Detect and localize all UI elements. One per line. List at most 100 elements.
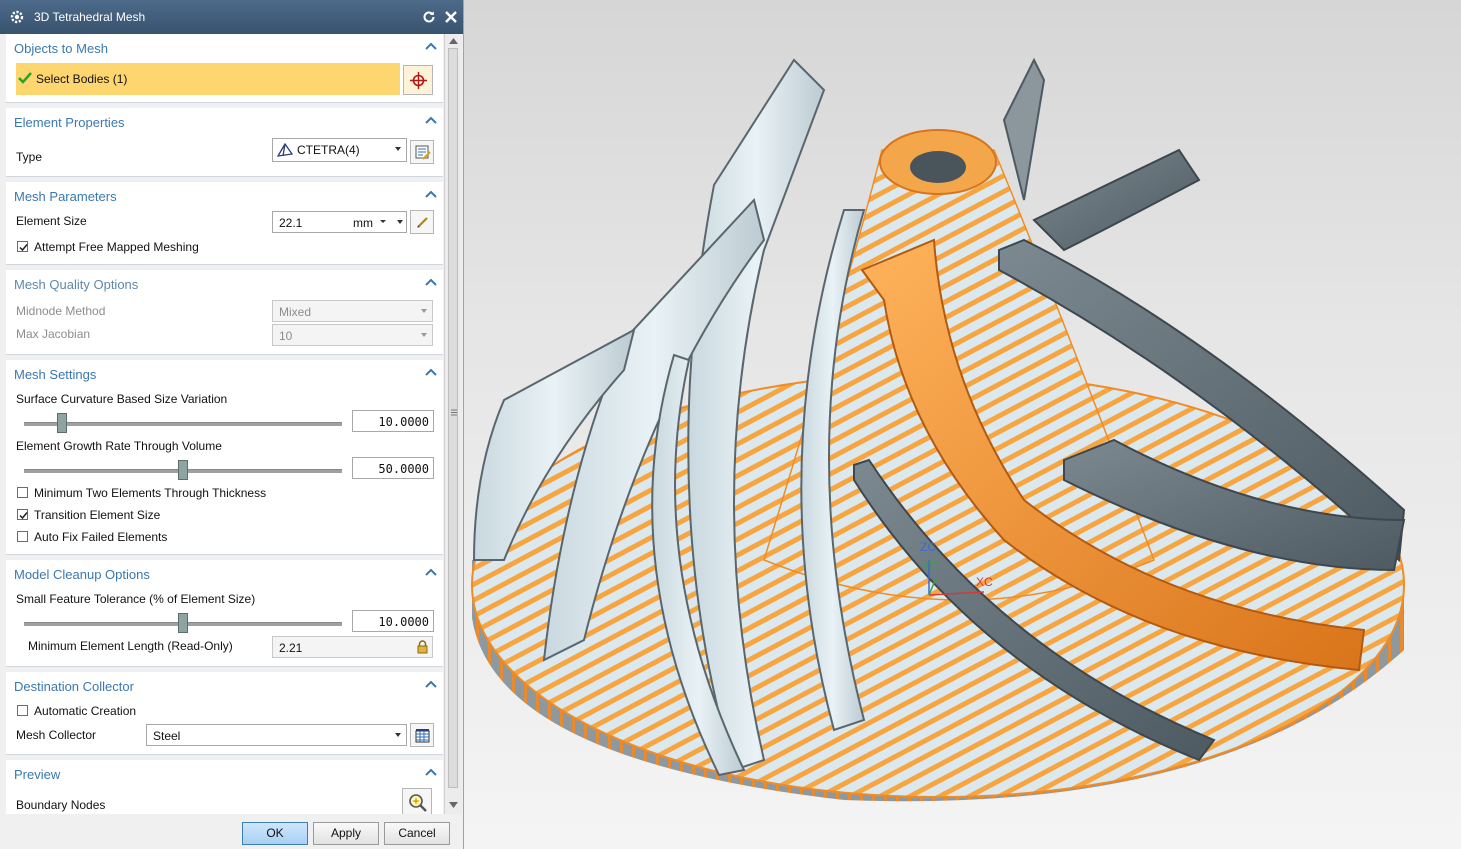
growth-slider-thumb[interactable]: [178, 460, 188, 480]
impeller-model[interactable]: ZC YC XC: [464, 0, 1461, 849]
blade: [1032, 148, 1201, 252]
blade: [1002, 57, 1046, 201]
element-properties-group: Element Properties Type CTETRA(4): [6, 108, 443, 177]
reset-icon[interactable]: [421, 9, 437, 25]
apply-button[interactable]: Apply: [313, 822, 379, 845]
checkmark-icon: [18, 72, 32, 84]
small-feature-input[interactable]: 10.0000: [352, 610, 434, 632]
crosshair-icon: [410, 72, 427, 89]
chevron-up-icon[interactable]: [425, 42, 437, 50]
triad-x-label: XC: [976, 575, 993, 589]
mesh-quality-group: Mesh Quality Options Midnode Method Mixe…: [6, 270, 443, 355]
max-jacobian-dropdown[interactable]: 10: [272, 324, 433, 346]
transition-element-size-label: Transition Element Size: [34, 508, 161, 522]
attempt-free-mapped-label: Attempt Free Mapped Meshing: [34, 240, 199, 254]
chevron-up-icon[interactable]: [425, 768, 437, 776]
element-size-label: Element Size: [16, 214, 87, 228]
objects-to-mesh-group: Objects to Mesh Select Bodies (1): [6, 34, 443, 103]
graphics-viewport[interactable]: ZC YC XC: [464, 0, 1461, 849]
model-cleanup-group: Model Cleanup Options Small Feature Tole…: [6, 560, 443, 667]
min-two-elements-checkbox[interactable]: [17, 487, 28, 498]
checkmark-icon: [19, 512, 28, 520]
triad-y-label: YC: [922, 559, 939, 573]
mesh-settings-header[interactable]: Mesh Settings: [14, 367, 96, 382]
mesh-parameters-group: Mesh Parameters Element Size 22.1 mm Att…: [6, 182, 443, 265]
mesh-collector-button[interactable]: [410, 723, 434, 747]
mesh-collector-dropdown[interactable]: Steel: [146, 724, 407, 746]
properties-icon: [415, 145, 431, 160]
mesh-collector-value: Steel: [153, 729, 181, 743]
element-size-input[interactable]: 22.1 mm: [272, 211, 407, 233]
automatic-creation-checkbox[interactable]: [17, 705, 28, 716]
chevron-up-icon[interactable]: [425, 190, 437, 198]
unit-dropdown-icon: [380, 220, 386, 223]
dialog-footer: OK Apply Cancel: [0, 814, 463, 849]
cancel-button[interactable]: Cancel: [384, 822, 450, 845]
curvature-input[interactable]: 10.0000: [352, 410, 434, 432]
ok-button[interactable]: OK: [242, 822, 308, 845]
tetrahedron-icon: [277, 143, 293, 157]
chevron-up-icon[interactable]: [425, 568, 437, 576]
preview-header[interactable]: Preview: [14, 767, 60, 782]
max-jacobian-label: Max Jacobian: [16, 327, 91, 341]
growth-input[interactable]: 50.0000: [352, 457, 434, 479]
chevron-down-icon[interactable]: [397, 220, 403, 224]
close-icon[interactable]: [443, 9, 459, 25]
dialog-title: 3D Tetrahedral Mesh: [34, 10, 146, 24]
chevron-down-icon: [395, 147, 401, 151]
pencil-icon: [417, 217, 428, 228]
chevron-up-icon[interactable]: [425, 680, 437, 688]
chevron-up-icon[interactable]: [425, 368, 437, 376]
growth-label: Element Growth Rate Through Volume: [16, 439, 222, 453]
min-element-length-label: Minimum Element Length (Read-Only): [28, 639, 233, 653]
small-feature-slider-thumb[interactable]: [178, 613, 188, 633]
scrollbar-thumb[interactable]: [448, 48, 458, 788]
mesh-parameters-header[interactable]: Mesh Parameters: [14, 189, 117, 204]
model-cleanup-header[interactable]: Model Cleanup Options: [14, 567, 150, 582]
element-size-unit[interactable]: mm: [353, 216, 373, 230]
hub-bore: [910, 151, 966, 183]
lock-icon: [417, 640, 428, 654]
element-size-value: 22.1: [279, 216, 303, 230]
midnode-method-value: Mixed: [279, 305, 312, 319]
curvature-label: Surface Curvature Based Size Variation: [16, 392, 228, 406]
element-size-tool-button[interactable]: [410, 210, 434, 234]
curvature-slider-thumb[interactable]: [57, 413, 68, 433]
type-dropdown[interactable]: CTETRA(4): [272, 138, 407, 162]
min-element-length-value: 2.21: [279, 641, 303, 655]
scroll-down-icon[interactable]: [449, 802, 458, 808]
collector-grid-icon: [415, 729, 430, 743]
auto-fix-checkbox[interactable]: [17, 531, 28, 542]
small-feature-label: Small Feature Tolerance (% of Element Si…: [16, 592, 256, 606]
curvature-slider-track[interactable]: [24, 422, 342, 426]
dialog-content: Objects to Mesh Select Bodies (1) Elemen…: [6, 34, 443, 814]
element-properties-header[interactable]: Element Properties: [14, 115, 125, 130]
transition-element-size-checkbox[interactable]: [17, 509, 28, 520]
chevron-up-icon[interactable]: [425, 278, 437, 286]
chevron-down-icon: [421, 333, 427, 337]
magnifier-icon: [409, 794, 427, 812]
select-bodies-label: Select Bodies (1): [36, 72, 128, 86]
gear-icon[interactable]: [9, 9, 25, 25]
midnode-method-dropdown[interactable]: Mixed: [272, 300, 433, 322]
mesh-dialog: 3D Tetrahedral Mesh Objects to Mesh Sele…: [0, 0, 464, 849]
mesh-settings-group: Mesh Settings Surface Curvature Based Si…: [6, 360, 443, 555]
boundary-nodes-button[interactable]: [402, 788, 432, 814]
triad-z-label: ZC: [920, 540, 936, 554]
attempt-free-mapped-checkbox[interactable]: [17, 241, 28, 252]
mesh-quality-header[interactable]: Mesh Quality Options: [14, 277, 138, 292]
type-value: CTETRA(4): [297, 143, 360, 157]
element-properties-button[interactable]: [410, 140, 434, 164]
type-label: Type: [16, 150, 43, 164]
chevron-up-icon[interactable]: [425, 116, 437, 124]
destination-collector-header[interactable]: Destination Collector: [14, 679, 134, 694]
min-two-elements-label: Minimum Two Elements Through Thickness: [34, 486, 267, 500]
select-bodies-bar[interactable]: Select Bodies (1): [16, 63, 400, 95]
crosshair-select-button[interactable]: [403, 65, 433, 95]
destination-collector-group: Destination Collector Automatic Creation…: [6, 672, 443, 755]
scroll-up-icon[interactable]: [449, 38, 458, 44]
objects-to-mesh-header[interactable]: Objects to Mesh: [14, 41, 108, 56]
preview-group: Preview Boundary Nodes: [6, 760, 443, 814]
checkmark-icon: [19, 244, 28, 252]
dialog-scrollbar[interactable]: [444, 34, 462, 814]
